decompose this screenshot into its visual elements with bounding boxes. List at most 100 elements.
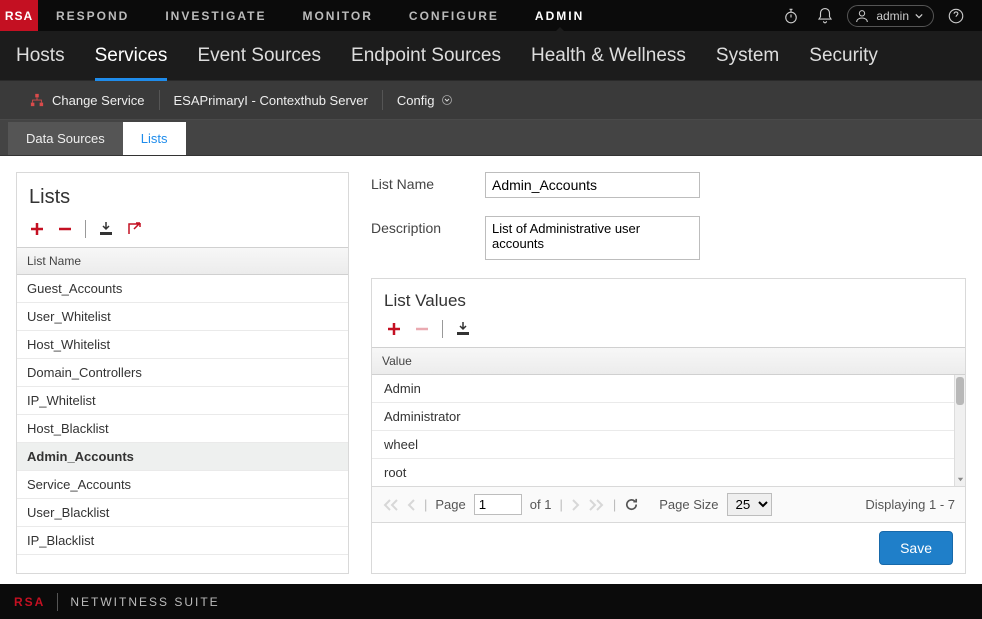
subnav-security[interactable]: Security [809, 33, 878, 79]
export-icon [126, 221, 142, 237]
list-item[interactable]: Host_Whitelist [17, 331, 348, 359]
next-page-button[interactable] [571, 498, 581, 512]
list-values-toolbar [372, 319, 965, 347]
user-menu[interactable]: admin [847, 5, 934, 27]
list-values-title: List Values [372, 279, 965, 319]
lists-grid-header: List Name [17, 247, 348, 275]
lists-grid-body: Guest_Accounts User_Whitelist Host_White… [17, 275, 348, 573]
lists-panel: Lists List Name Guest_Accounts User_Whit… [16, 172, 349, 574]
value-row[interactable]: Admin [372, 375, 965, 403]
minus-icon [58, 222, 72, 236]
tab-data-sources[interactable]: Data Sources [8, 122, 123, 155]
plus-icon [30, 222, 44, 236]
scrollbar[interactable] [954, 375, 965, 486]
list-name-row: List Name [371, 172, 966, 198]
breadcrumb: Change Service ESAPrimaryI - Contexthub … [0, 80, 982, 120]
tabs-bar: Data Sources Lists [0, 120, 982, 156]
import-values-button[interactable] [453, 319, 473, 339]
subnav-hosts[interactable]: Hosts [16, 33, 65, 79]
bell-icon[interactable] [813, 4, 837, 28]
change-service-label: Change Service [52, 93, 145, 108]
nav-respond[interactable]: RESPOND [38, 0, 147, 31]
last-page-button[interactable] [589, 498, 605, 512]
hierarchy-icon [30, 93, 44, 107]
description-label: Description [371, 216, 457, 236]
subnav-services[interactable]: Services [95, 33, 168, 79]
list-item[interactable]: IP_Blacklist [17, 527, 348, 555]
list-item[interactable]: Service_Accounts [17, 471, 348, 499]
import-button[interactable] [96, 219, 116, 239]
separator [85, 220, 86, 238]
page-size-label: Page Size [659, 497, 718, 512]
plus-icon [387, 322, 401, 336]
change-service-button[interactable]: Change Service [16, 93, 159, 108]
topnav-items: RESPOND INVESTIGATE MONITOR CONFIGURE AD… [38, 0, 779, 31]
value-row[interactable]: Administrator [372, 403, 965, 431]
page-size-select[interactable]: 25 [727, 493, 772, 516]
lists-toolbar [17, 219, 348, 247]
value-row[interactable]: wheel [372, 431, 965, 459]
config-label: Config [397, 93, 435, 108]
separator: | [559, 497, 562, 512]
list-item[interactable]: Host_Blacklist [17, 415, 348, 443]
sub-nav: Hosts Services Event Sources Endpoint So… [0, 31, 982, 80]
list-values-panel: List Values Value Admin Administrator wh… [371, 278, 966, 574]
list-item[interactable]: User_Blacklist [17, 499, 348, 527]
prev-page-button[interactable] [406, 498, 416, 512]
service-path: ESAPrimaryI - Contexthub Server [160, 93, 382, 108]
subnav-system[interactable]: System [716, 33, 779, 79]
stopwatch-icon[interactable] [779, 4, 803, 28]
save-row: Save [372, 522, 965, 573]
separator [442, 320, 443, 338]
nav-investigate[interactable]: INVESTIGATE [147, 0, 284, 31]
values-grid-header: Value [372, 347, 965, 375]
add-value-button[interactable] [384, 319, 404, 339]
list-name-label: List Name [371, 172, 457, 192]
refresh-button[interactable] [624, 497, 639, 512]
footer-brand: RSA [14, 595, 45, 609]
import-icon [98, 221, 114, 237]
footer-product: NETWITNESS SUITE [70, 595, 219, 609]
import-icon [455, 321, 471, 337]
separator: | [613, 497, 616, 512]
description-row: Description [371, 216, 966, 260]
save-button[interactable]: Save [879, 531, 953, 565]
rsa-logo: RSA [0, 0, 38, 31]
first-page-button[interactable] [382, 498, 398, 512]
value-row[interactable]: root [372, 459, 965, 480]
help-icon[interactable] [944, 4, 968, 28]
topnav-right: admin [779, 4, 982, 28]
list-item[interactable]: Guest_Accounts [17, 275, 348, 303]
export-button[interactable] [124, 219, 144, 239]
page-input[interactable] [474, 494, 522, 515]
description-input[interactable] [485, 216, 700, 260]
add-button[interactable] [27, 219, 47, 239]
values-grid-body: Admin Administrator wheel root [372, 375, 965, 486]
list-item[interactable]: Domain_Controllers [17, 359, 348, 387]
config-dropdown[interactable]: Config [383, 93, 467, 108]
subnav-event-sources[interactable]: Event Sources [197, 33, 321, 79]
detail-panel: List Name Description List Values Val [371, 172, 966, 574]
content: Lists List Name Guest_Accounts User_Whit… [0, 156, 982, 584]
list-item[interactable]: IP_Whitelist [17, 387, 348, 415]
remove-button[interactable] [55, 219, 75, 239]
lists-title: Lists [17, 173, 348, 219]
tab-lists[interactable]: Lists [123, 122, 186, 155]
remove-value-button[interactable] [412, 319, 432, 339]
subnav-health[interactable]: Health & Wellness [531, 33, 686, 79]
subnav-endpoint-sources[interactable]: Endpoint Sources [351, 33, 501, 79]
list-name-input[interactable] [485, 172, 700, 198]
list-item[interactable]: Admin_Accounts [17, 443, 348, 471]
list-item[interactable]: User_Whitelist [17, 303, 348, 331]
minus-icon [415, 322, 429, 336]
nav-admin[interactable]: ADMIN [517, 0, 602, 31]
nav-configure[interactable]: CONFIGURE [391, 0, 517, 31]
nav-monitor[interactable]: MONITOR [284, 0, 390, 31]
separator: | [424, 497, 427, 512]
user-name: admin [876, 9, 909, 23]
footer: RSA NETWITNESS SUITE [0, 584, 982, 619]
page-of-label: of 1 [530, 497, 552, 512]
refresh-icon [624, 497, 639, 512]
paging-status: Displaying 1 - 7 [865, 497, 955, 512]
scrollbar-thumb[interactable] [956, 377, 964, 405]
